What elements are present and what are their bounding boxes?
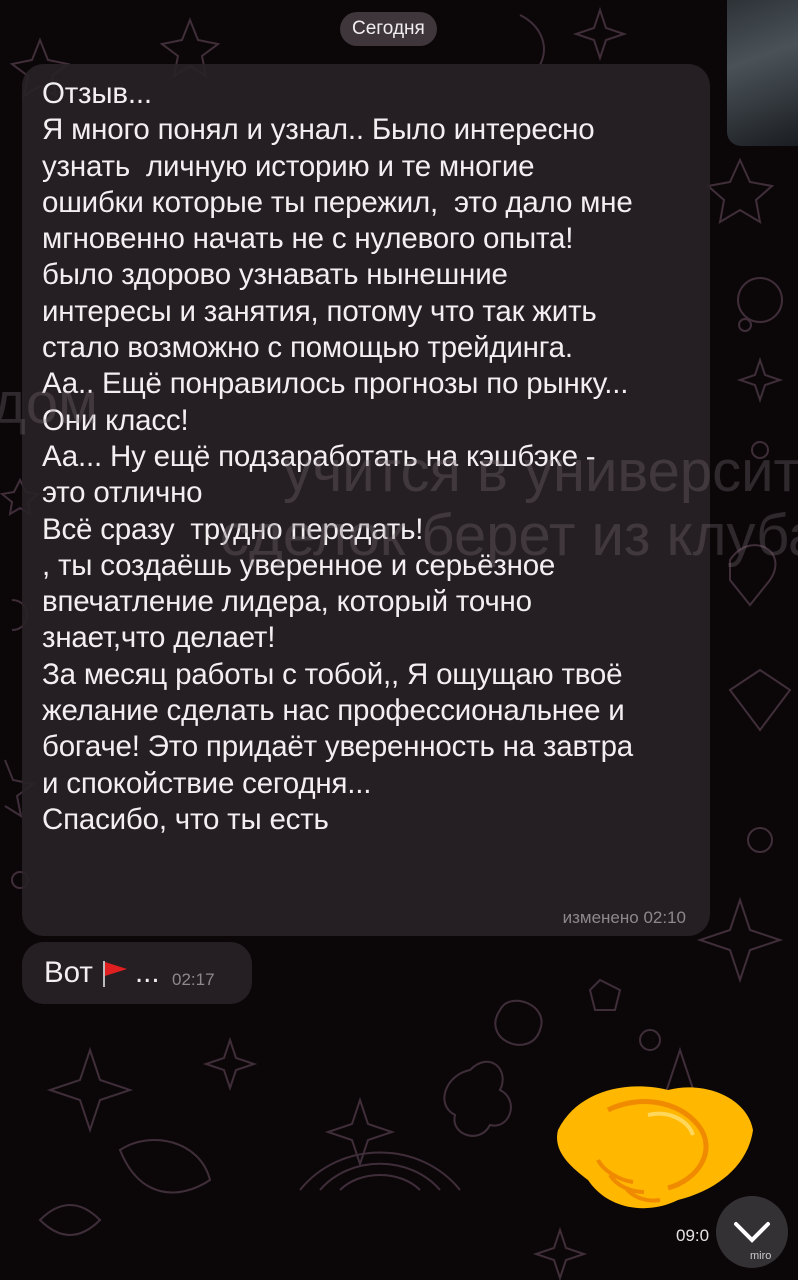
overlay-caption-line1: учится в университете, все с (283, 439, 798, 504)
message-edited-timestamp: изменено 02:10 (562, 908, 686, 927)
overlay-caption-left: дом (0, 371, 98, 436)
overlay-caption-line2: сделок берет из клуба. Заход (220, 503, 798, 568)
message-short-text: Вот... (44, 956, 160, 990)
date-separator: Сегодня (340, 12, 437, 46)
message-bubble-short[interactable]: Вот... 02:17 (22, 942, 252, 1004)
message-short-word: Вот (44, 956, 93, 989)
emoji-message-timestamp: 09:0 (676, 1226, 710, 1245)
message-short-ellipsis: ... (134, 956, 160, 989)
red-flag-icon (102, 961, 127, 988)
message-short-timestamp: 02:17 (172, 970, 215, 989)
watermark: miro (750, 1250, 772, 1262)
cropped-photo (727, 0, 798, 146)
